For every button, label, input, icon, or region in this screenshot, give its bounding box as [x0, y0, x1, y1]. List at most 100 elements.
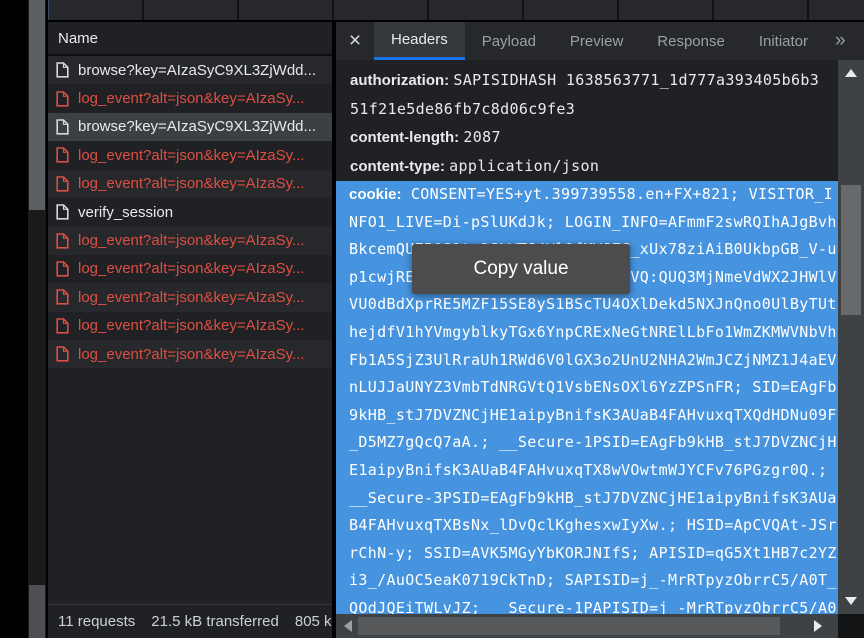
- header-value: 2087: [463, 128, 501, 146]
- cookie-line: Fb1A5SjZ3UlRraUh1RWd6V0lGX3o2UnU2NHA2WmJ…: [336, 347, 838, 375]
- name-column-header[interactable]: Name: [48, 22, 332, 56]
- request-row-log-event[interactable]: log_event?alt=json&key=AIzaSy...: [48, 255, 332, 283]
- request-detail-panel: × Headers Payload Preview Response Initi…: [336, 22, 864, 638]
- page-scrollbar-thumb[interactable]: [29, 0, 45, 210]
- request-label: log_event?alt=json&key=AIzaSy...: [78, 317, 305, 334]
- scroll-right-button[interactable]: [806, 614, 830, 638]
- devtools-screen: Name browse?key=AIzaSyC9XL3ZjWdd... log_…: [0, 0, 864, 638]
- cookie-line: 9kHB_stJ7DVZNCjHE1aipyBnifsK3AUaB4FAHvux…: [336, 402, 838, 430]
- cookie-value-part: CONSENT=YES+yt.399739558.en+FX+821; VISI…: [411, 185, 833, 203]
- request-count: 11 requests: [58, 613, 135, 630]
- context-menu: Copy value: [412, 244, 630, 294]
- request-row-log-event[interactable]: log_event?alt=json&key=AIzaSy...: [48, 340, 332, 368]
- cookie-line: cookie: CONSENT=YES+yt.399739558.en+FX+8…: [336, 181, 838, 209]
- network-overview-strip[interactable]: [48, 0, 864, 20]
- request-label: log_event?alt=json&key=AIzaSy...: [78, 260, 305, 277]
- overview-cell: [809, 0, 864, 20]
- arrow-down-icon: [845, 597, 857, 605]
- request-row-log-event[interactable]: log_event?alt=json&key=AIzaSy...: [48, 226, 332, 254]
- arrow-left-icon: [344, 620, 352, 632]
- detail-tab-bar: × Headers Payload Preview Response Initi…: [336, 22, 864, 60]
- cookie-line: VU0dBdXprRE5MZF15SE8yS1BScTU4OXlDekd5NXJ…: [336, 291, 838, 319]
- file-icon: [56, 119, 69, 135]
- page-scrollbar-bottom-button[interactable]: [29, 585, 45, 638]
- overview-cell: [49, 0, 142, 20]
- copy-value-menu-item[interactable]: Copy value: [473, 258, 568, 280]
- overview-cell: [144, 0, 237, 20]
- file-icon: [56, 346, 69, 362]
- request-label: browse?key=AIzaSyC9XL3ZjWdd...: [78, 62, 316, 79]
- vertical-scrollbar-thumb[interactable]: [841, 185, 861, 315]
- request-row-log-event[interactable]: log_event?alt=json&key=AIzaSy...: [48, 84, 332, 112]
- header-content-length: content-length: 2087: [336, 123, 838, 152]
- cookie-line: NFO1_LIVE=Di-pSlUKdJk; LOGIN_INFO=AFmmF2…: [336, 209, 838, 237]
- resources-size: 805 kB: [295, 613, 332, 630]
- header-authorization-wrap: 51f21e5de86fb7c8d06c9fe3: [336, 95, 838, 123]
- horizontal-scrollbar[interactable]: [336, 614, 838, 638]
- file-icon: [56, 318, 69, 334]
- file-icon: [56, 289, 69, 305]
- file-icon: [56, 62, 69, 78]
- arrow-up-icon: [845, 69, 857, 77]
- overview-cell: [239, 0, 332, 20]
- request-row-verify-session[interactable]: verify_session: [48, 198, 332, 226]
- tab-initiator[interactable]: Initiator: [742, 22, 825, 60]
- request-row-log-event[interactable]: log_event?alt=json&key=AIzaSy...: [48, 170, 332, 198]
- scroll-up-button[interactable]: [838, 60, 864, 86]
- request-label: log_event?alt=json&key=AIzaSy...: [78, 346, 305, 363]
- network-status-bar: 11 requests 21.5 kB transferred 805 kB: [48, 604, 332, 638]
- horizontal-scrollbar-thumb[interactable]: [358, 617, 780, 635]
- cookie-line: _D5MZ7gQcQ7aA.; __Secure-1PSID=EAgFb9kHB…: [336, 429, 838, 457]
- tab-payload[interactable]: Payload: [465, 22, 553, 60]
- request-row-log-event[interactable]: log_event?alt=json&key=AIzaSy...: [48, 283, 332, 311]
- header-content-type: content-type: application/json: [336, 152, 838, 181]
- overview-cell: [334, 0, 427, 20]
- network-request-panel: Name browse?key=AIzaSyC9XL3ZjWdd... log_…: [48, 22, 334, 638]
- file-icon: [56, 176, 69, 192]
- overview-cell: [619, 0, 712, 20]
- header-name: authorization:: [350, 72, 449, 89]
- request-label: verify_session: [78, 204, 173, 221]
- tab-headers[interactable]: Headers: [374, 22, 465, 60]
- file-icon: [56, 204, 69, 220]
- request-label: log_event?alt=json&key=AIzaSy...: [78, 175, 305, 192]
- cookie-line: __Secure-3PSID=EAgFb9kHB_stJ7DVZNCjHE1ai…: [336, 485, 838, 513]
- more-tabs-icon[interactable]: »: [825, 22, 855, 60]
- file-icon: [56, 91, 69, 107]
- header-authorization: authorization: SAPISIDHASH 1638563771_1d…: [336, 66, 838, 95]
- header-name: content-type:: [350, 158, 445, 175]
- cookie-line: i3_/AuOC5eaK0719CkTnD; SAPISID=j_-MrRTpy…: [336, 567, 838, 595]
- header-name: cookie:: [349, 186, 402, 203]
- cookie-line: hejdfV1hYVmgyblkyTGx6YnpCRExNeGtNRElLbFo…: [336, 319, 838, 347]
- arrow-right-icon: [814, 620, 822, 632]
- tab-response[interactable]: Response: [640, 22, 742, 60]
- cookie-line: nLUJJaUNYZ3VmbTdNRGVtQ1VsbENsOXl6YzZPSnF…: [336, 374, 838, 402]
- request-label: log_event?alt=json&key=AIzaSy...: [78, 232, 305, 249]
- request-row-browse-selected[interactable]: browse?key=AIzaSyC9XL3ZjWdd...: [48, 113, 332, 141]
- scroll-down-button[interactable]: [838, 588, 864, 614]
- cookie-line: B4FAHvuxqTXBsNx_lDvQclKghesxwIyXw.; HSID…: [336, 512, 838, 540]
- header-value: application/json: [449, 157, 599, 175]
- request-label: log_event?alt=json&key=AIzaSy...: [78, 289, 305, 306]
- request-label: browse?key=AIzaSyC9XL3ZjWdd...: [78, 118, 316, 135]
- request-label: log_event?alt=json&key=AIzaSy...: [78, 90, 305, 107]
- request-row-log-event[interactable]: log_event?alt=json&key=AIzaSy...: [48, 141, 332, 169]
- overview-cell: [429, 0, 522, 20]
- vertical-scrollbar[interactable]: [838, 60, 864, 614]
- overview-cell: [524, 0, 617, 20]
- close-icon[interactable]: ×: [336, 22, 374, 60]
- request-row-browse[interactable]: browse?key=AIzaSyC9XL3ZjWdd...: [48, 56, 332, 84]
- tab-preview[interactable]: Preview: [553, 22, 640, 60]
- request-row-log-event[interactable]: log_event?alt=json&key=AIzaSy...: [48, 312, 332, 340]
- page-scrollbar[interactable]: [28, 0, 46, 638]
- transferred-size: 21.5 kB transferred: [151, 613, 279, 630]
- overview-cell: [714, 0, 807, 20]
- cookie-line: E1aipyBnifsK3AUaB4FAHvuxqTX8wVOwtmWJYCFv…: [336, 457, 838, 485]
- scroll-left-button[interactable]: [336, 614, 360, 638]
- header-value: SAPISIDHASH 1638563771_1d777a393405b6b3: [453, 71, 819, 89]
- request-list: browse?key=AIzaSyC9XL3ZjWdd... log_event…: [48, 56, 332, 368]
- request-label: log_event?alt=json&key=AIzaSy...: [78, 147, 305, 164]
- file-icon: [56, 261, 69, 277]
- scrollbar-corner: [838, 614, 864, 638]
- cookie-line: rChN-y; SSID=AVK5MGyYbKORJNIfS; APISID=q…: [336, 540, 838, 568]
